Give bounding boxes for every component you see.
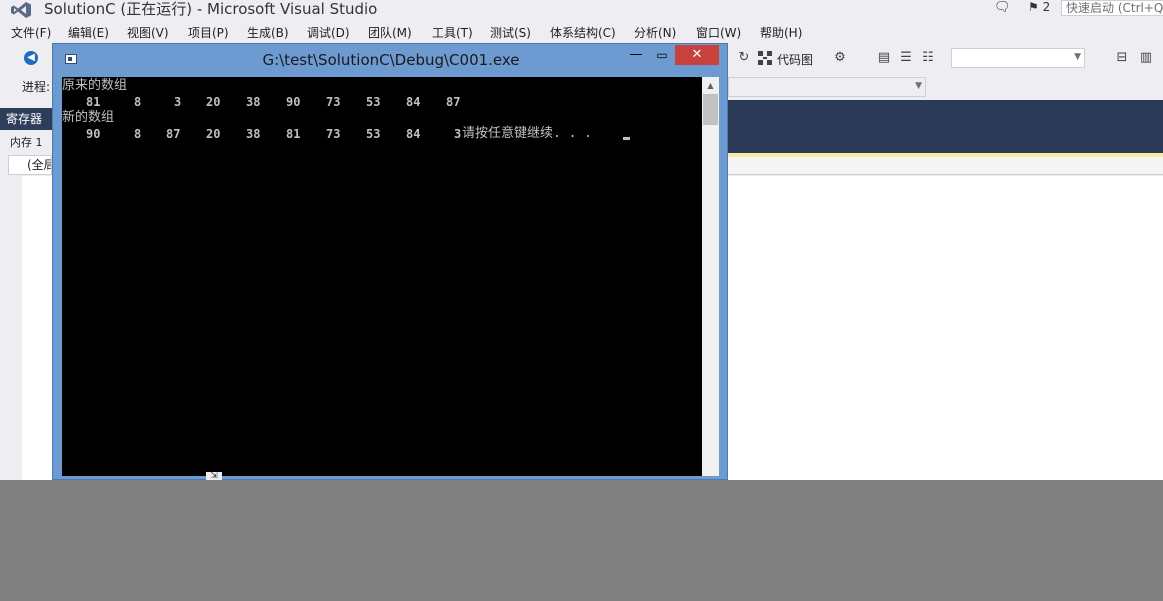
- array-value: 3: [454, 127, 462, 141]
- array-value: 90: [86, 127, 101, 141]
- scroll-thumb[interactable]: [703, 94, 718, 125]
- notification-badge[interactable]: ⚑ 2: [1028, 0, 1050, 14]
- process-label: 进程:: [22, 80, 51, 94]
- original-array-label: 原来的数组: [62, 78, 128, 93]
- indent-icon[interactable]: ☷: [920, 50, 936, 66]
- menu-view[interactable]: 视图(V): [127, 24, 169, 41]
- original-array-row: 81 8 3 20 38 90 73 53 84 87: [62, 94, 702, 110]
- array-value: 53: [366, 95, 381, 109]
- array-value: 38: [246, 127, 261, 141]
- array-value: 8: [134, 95, 142, 109]
- quick-launch-input[interactable]: 快速启动 (Ctrl+Q): [1061, 0, 1163, 16]
- array-value: 20: [206, 95, 221, 109]
- document-icon[interactable]: ▤: [876, 50, 892, 66]
- array-value: 90: [286, 95, 301, 109]
- console-scrollbar[interactable]: ▲: [702, 77, 719, 476]
- array-value: 81: [86, 95, 101, 109]
- editor-body: [728, 176, 1163, 480]
- scroll-up-icon[interactable]: ▲: [702, 77, 719, 94]
- console-window: G:\test\SolutionC\Debug\C001.exe — ▭ ✕ 原…: [52, 43, 728, 480]
- array-value: 84: [406, 127, 421, 141]
- close-button[interactable]: ✕: [675, 45, 719, 65]
- array-value: 87: [166, 127, 181, 141]
- array-value: 87: [446, 95, 461, 109]
- stack-frame-dropdown[interactable]: ▼: [728, 77, 926, 97]
- menu-build[interactable]: 生成(B): [247, 24, 289, 41]
- menu-bar: 文件(F) 编辑(E) 视图(V) 项目(P) 生成(B) 调试(D) 团队(M…: [0, 22, 1163, 42]
- array-value: 73: [326, 95, 341, 109]
- console-titlebar[interactable]: G:\test\SolutionC\Debug\C001.exe — ▭ ✕: [53, 44, 727, 76]
- redo-icon[interactable]: ↻: [736, 50, 752, 66]
- window-title: SolutionC (正在运行) - Microsoft Visual Stud…: [44, 0, 378, 18]
- array-value: 84: [406, 95, 421, 109]
- new-array-label: 新的数组: [62, 110, 115, 125]
- navigate-back-icon[interactable]: ◀: [24, 51, 38, 65]
- memory-tab[interactable]: 内存 1: [6, 134, 52, 152]
- menu-window[interactable]: 窗口(W): [696, 24, 741, 41]
- bookmark-icon[interactable]: ⊟: [1114, 50, 1130, 66]
- array-value: 3: [174, 95, 182, 109]
- array-value: 8: [134, 127, 142, 141]
- editor-tab-bar: [728, 157, 1163, 175]
- array-value: 81: [286, 127, 301, 141]
- menu-architecture[interactable]: 体系结构(C): [550, 24, 616, 41]
- array-value: 73: [326, 127, 341, 141]
- minimize-button[interactable]: —: [627, 48, 645, 64]
- visual-studio-logo-icon: [11, 2, 31, 18]
- settings-icon[interactable]: ⚙: [832, 50, 848, 66]
- menu-tools[interactable]: 工具(T): [432, 24, 473, 41]
- notification-count: 2: [1042, 0, 1051, 14]
- maximize-button[interactable]: ▭: [653, 48, 671, 64]
- layout-icon[interactable]: ▥: [1138, 50, 1154, 66]
- menu-project[interactable]: 项目(P): [188, 24, 229, 41]
- menu-team[interactable]: 团队(M): [368, 24, 412, 41]
- array-value: 53: [366, 127, 381, 141]
- menu-analyze[interactable]: 分析(N): [634, 24, 676, 41]
- menu-edit[interactable]: 编辑(E): [68, 24, 109, 41]
- menu-test[interactable]: 测试(S): [490, 24, 531, 41]
- resize-grip-icon[interactable]: ⇲: [206, 472, 222, 481]
- code-map-button[interactable]: 代码图: [777, 51, 813, 68]
- new-array-row: 90 8 87 20 38 81 73 53 84 3 请按任意键继续. . .: [62, 126, 702, 142]
- code-map-icon[interactable]: [758, 51, 772, 65]
- text-cursor: [623, 137, 630, 140]
- address-field[interactable]: (全局: [8, 155, 52, 175]
- vs-titlebar: SolutionC (正在运行) - Microsoft Visual Stud…: [0, 0, 1163, 20]
- memory-view: [22, 176, 52, 480]
- chevron-down-icon: ▼: [915, 81, 922, 91]
- array-value: 20: [206, 127, 221, 141]
- format-icon[interactable]: ☰: [898, 50, 914, 66]
- console-output[interactable]: 原来的数组 81 8 3 20 38 90 73 53 84 87 新的数组 9…: [62, 77, 702, 476]
- menu-help[interactable]: 帮助(H): [760, 24, 802, 41]
- registers-tab[interactable]: 寄存器: [0, 108, 52, 130]
- editor-header: [728, 100, 1163, 153]
- notifications-icon[interactable]: 🗨: [994, 0, 1011, 15]
- menu-file[interactable]: 文件(F): [11, 24, 51, 41]
- chevron-down-icon: ▼: [1074, 52, 1081, 62]
- array-value: 38: [246, 95, 261, 109]
- solution-config-dropdown[interactable]: ▼: [951, 48, 1085, 68]
- continue-prompt: 请按任意键继续. . .: [462, 126, 593, 141]
- menu-debug[interactable]: 调试(D): [307, 24, 350, 41]
